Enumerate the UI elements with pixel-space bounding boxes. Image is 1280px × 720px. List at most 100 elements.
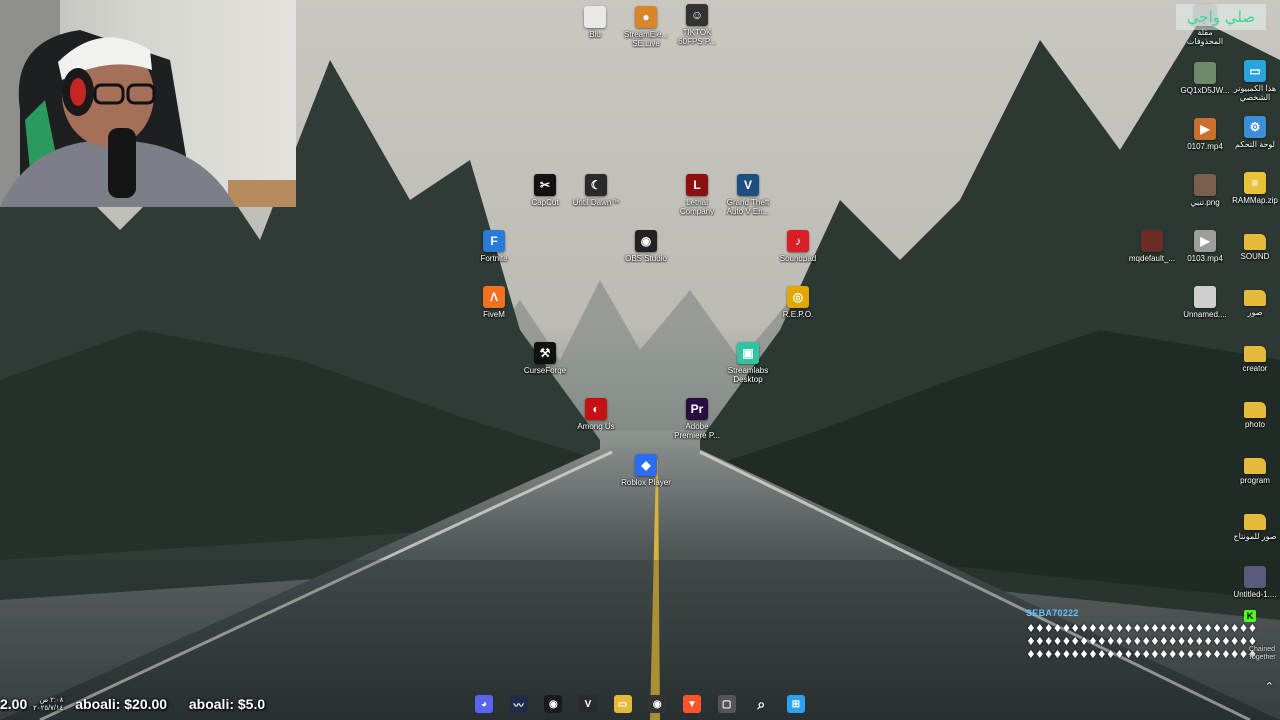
desktop-icon-gq-img[interactable]: GQ1xD5JW...	[1175, 62, 1235, 95]
donation-value: $20.00	[124, 696, 168, 712]
desktop-icon-roblox[interactable]: ◆ Roblox Player	[616, 454, 676, 487]
fivem-app-icon: Λ	[483, 286, 505, 308]
desktop-icon-label: 0107.mp4	[1187, 142, 1223, 151]
gta-app-icon: V	[737, 174, 759, 196]
desktop-icon-among-us[interactable]: ◐ Among Us	[566, 398, 626, 431]
kick-badge-icon: K	[1244, 610, 1256, 622]
desktop-icon-streamlabs[interactable]: ▣ Streamlabs Desktop	[718, 342, 778, 384]
desktop-icon-creator[interactable]: creator	[1225, 342, 1280, 373]
desktop-icon-label: GQ1xD5JW...	[1180, 86, 1230, 95]
desktop-icon-label: Fortnite	[480, 254, 508, 263]
tray-chevron-icon[interactable]: ⌃	[1265, 680, 1274, 693]
donor-name: aboali:	[75, 696, 121, 712]
desktop-icon-rammap[interactable]: ≡ RAMMap.zip	[1225, 172, 1280, 205]
desktop-icon-label: Roblox Player	[621, 478, 671, 487]
donation-ticker: 2.00 ٢:٠٨ ص ٢٠٢٥/٧/١٤ aboali: $20.00 abo…	[0, 694, 265, 714]
taskbar-start-icon[interactable]: ⊞	[786, 695, 805, 713]
desktop-icon-curseforge[interactable]: ⚒ CurseForge	[515, 342, 575, 375]
desktop-icon-label: صور للمونتاج	[1233, 532, 1277, 541]
desktop-icon-label: Until Dawn™	[572, 198, 620, 207]
montage-folder-icon	[1244, 514, 1266, 530]
desktop-icon-photo[interactable]: photo	[1225, 398, 1280, 429]
repo-app-icon: ◎	[787, 286, 809, 308]
this-pc-app-icon: ▭	[1244, 60, 1266, 82]
desktop-icon-sound[interactable]: SOUND	[1225, 230, 1280, 261]
ticker-amount: 2.00	[0, 696, 28, 712]
control-panel-app-icon: ⚙	[1244, 116, 1266, 138]
clock-date: ٢٠٢٥/٧/١٤	[33, 705, 64, 713]
desktop-icon-mqdefault[interactable]: mqdefault_...	[1122, 230, 1182, 263]
unnamed-app-icon	[1194, 286, 1216, 308]
desktop-icon-label: OBS Studio	[625, 254, 667, 263]
chat-side-note: Chained Together	[1248, 646, 1276, 661]
mp4-0103-app-icon: ▶	[1194, 230, 1216, 252]
until-dawn-app-icon: ☾	[585, 174, 607, 196]
desktop-icon-label: TIKTOK 60FPS P...	[678, 28, 716, 46]
png-2-app-icon	[1194, 174, 1216, 196]
photo-folder-icon	[1244, 402, 1266, 418]
program-folder-icon	[1244, 458, 1266, 474]
taskbar-task-view-icon[interactable]: ▢	[717, 695, 736, 713]
rammap-app-icon: ≡	[1244, 172, 1266, 194]
obs-app-icon: ◉	[635, 230, 657, 252]
creator-folder-icon	[1244, 346, 1266, 362]
fortnite-app-icon: F	[483, 230, 505, 252]
desktop-icon-until-dawn[interactable]: ☾ Until Dawn™	[566, 174, 626, 207]
desktop-icon-label: FiveM	[483, 310, 505, 319]
stream-overlay-text: صلي واجي	[1176, 4, 1266, 30]
webcam-feed	[0, 0, 296, 207]
desktop-icon-label: Grand Theft Auto V En...	[726, 198, 770, 216]
taskbar-file-explorer-icon[interactable]: ▭	[613, 695, 632, 713]
taskbar-search-icon[interactable]: ⌕	[752, 695, 770, 713]
mqdefault-app-icon	[1141, 230, 1163, 252]
taskbar-voicemeeter-icon[interactable]: V	[578, 695, 597, 713]
taskbar-streamerbot-icon[interactable]: 〰	[509, 695, 528, 713]
taskbar-discord-icon[interactable]: ◕	[475, 695, 493, 713]
desktop-icon-tiktok[interactable]: ☺ TIKTOK 60FPS P...	[667, 4, 727, 46]
desktop-icon-label: Untitled-1....	[1233, 590, 1277, 599]
streamer-silhouette	[0, 0, 296, 207]
desktop-icon-gta[interactable]: V Grand Theft Auto V En...	[718, 174, 778, 216]
desktop-icon-label: Streamlabs Desktop	[727, 366, 769, 384]
desktop-icon-label: Adobe Premiere P...	[674, 422, 720, 440]
untitled-app-icon	[1244, 566, 1266, 588]
chat-username: SEBA70222	[1026, 608, 1079, 618]
desktop-icon-soundpad[interactable]: ♪ Soundpad	[768, 230, 828, 263]
desktop-icon-premiere[interactable]: Pr Adobe Premiere P...	[667, 398, 727, 440]
desktop-icon-montage[interactable]: صور للمونتاج	[1225, 510, 1280, 541]
streamlabs-app-icon: ▣	[737, 342, 759, 364]
soundpad-app-icon: ♪	[787, 230, 809, 252]
desktop-icon-repo[interactable]: ◎ R.E.P.O.	[768, 286, 828, 319]
lethal-company-app-icon: L	[686, 174, 708, 196]
capcut-app-icon: ✂	[534, 174, 556, 196]
mp4-0107-app-icon: ▶	[1194, 118, 1216, 140]
taskbar-obs-icon[interactable]: ◉	[648, 695, 667, 713]
taskbar: ◕ 〰 ◉ V ▭ ◉ ▼ ▢ ⌕ ⊞	[475, 692, 805, 716]
folder-images-folder-icon	[1244, 290, 1266, 306]
desktop-icon-label: photo	[1244, 420, 1266, 429]
desktop-icon-fivem[interactable]: Λ FiveM	[464, 286, 524, 319]
desktop-icon-obs[interactable]: ◉ OBS Studio	[616, 230, 676, 263]
system-clock[interactable]: ٢:٠٨ ص ٢٠٢٥/٧/١٤	[33, 697, 63, 713]
clock-time: ٢:٠٨ ص	[39, 697, 64, 705]
gq-img-app-icon	[1194, 62, 1216, 84]
desktop-icon-untitled[interactable]: Untitled-1....	[1225, 566, 1280, 599]
blu-app-icon	[584, 6, 606, 28]
desktop-icon-label: mqdefault_...	[1128, 254, 1176, 263]
taskbar-brave-icon[interactable]: ▼	[682, 695, 701, 713]
donor-name: aboali:	[188, 696, 234, 712]
desktop-icon-program[interactable]: program	[1225, 454, 1280, 485]
desktop-icon-fortnite[interactable]: F Fortnite	[464, 230, 524, 263]
taskbar-chrome-like-icon[interactable]: ◉	[544, 695, 563, 713]
desktop-icon-label: Among Us	[577, 422, 615, 431]
tiktok-app-icon: ☺	[686, 4, 708, 26]
sound-folder-icon	[1244, 234, 1266, 250]
desktop-icon-label: RAMMap.zip	[1232, 196, 1278, 205]
desktop-icon-label: R.E.P.O.	[782, 310, 814, 319]
desktop-icon-label: SOUND	[1240, 252, 1270, 261]
donation-value: $5.0	[237, 696, 266, 712]
desktop-icon-mp4-0107[interactable]: ▶ 0107.mp4	[1175, 118, 1235, 151]
desktop-icon-folder-images[interactable]: صور	[1225, 286, 1280, 317]
chat-message: ♦♦♦♦♦♦♦♦♦♦♦♦♦♦♦♦♦♦♦♦♦♦♦♦♦♦♦♦♦♦♦♦♦♦♦♦♦♦♦♦…	[1026, 622, 1257, 661]
desktop-icon-label: CurseForge	[523, 366, 567, 375]
